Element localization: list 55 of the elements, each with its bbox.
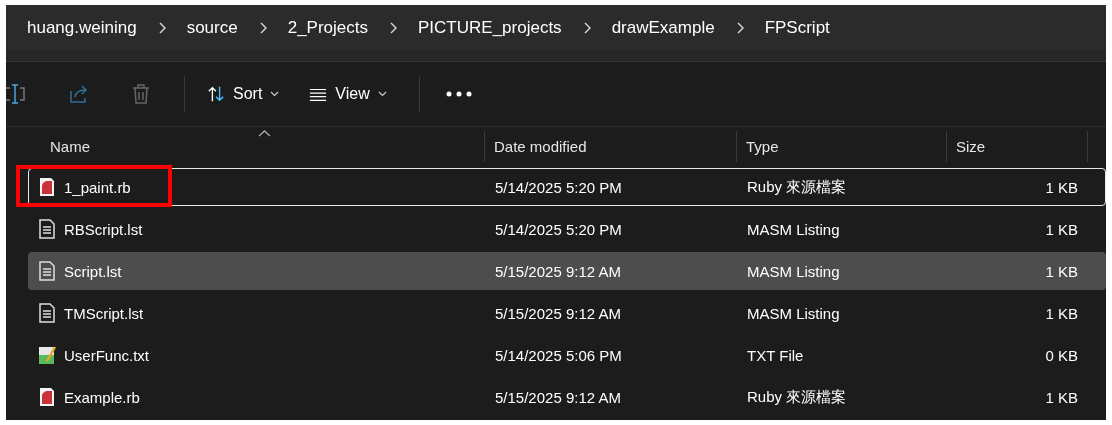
- table-cell-text: 0 KB: [1044, 346, 1079, 364]
- trash-icon[interactable]: [130, 83, 152, 106]
- table-cell-text: 1 KB: [1044, 388, 1079, 406]
- file-row[interactable]: Script.lst 5/15/2025 9:12 AM MASM Listing 1 KB: [28, 252, 1106, 290]
- table-cell-text: MASM Listing: [746, 262, 841, 280]
- chevron-down-icon: [270, 91, 280, 98]
- table-cell-text: MASM Listing: [746, 304, 841, 322]
- file-name: RBScript.lst: [64, 220, 143, 238]
- document-icon: [38, 261, 56, 281]
- chevron-down-icon: [377, 91, 387, 98]
- column-header[interactable]: Name: [28, 131, 485, 162]
- file-row[interactable]: UserFunc.txt 5/14/2025 5:06 PM TXT File 0 KB: [28, 336, 1106, 374]
- ruby-file-icon: [38, 177, 56, 197]
- table-cell-text: 1 KB: [1044, 262, 1079, 280]
- breadcrumb-item[interactable]: FPScript: [758, 17, 836, 38]
- table-cell-text: 5/14/2025 5:06 PM: [494, 346, 623, 364]
- ruby-file-icon: [38, 387, 56, 407]
- document-icon: [38, 303, 56, 323]
- file-row[interactable]: TMScript.lst 5/15/2025 9:12 AM MASM Listing 1 KB: [28, 294, 1106, 332]
- breadcrumb-item[interactable]: 2_Projects: [281, 17, 374, 38]
- file-name: TMScript.lst: [64, 304, 144, 322]
- view-button[interactable]: View: [299, 78, 397, 111]
- table-cell-text: 5/15/2025 9:12 AM: [494, 304, 622, 322]
- file-row[interactable]: 1_paint.rb 5/14/2025 5:20 PM Ruby 來源檔案 1 KB: [28, 168, 1106, 206]
- breadcrumb-item[interactable]: source: [180, 17, 244, 38]
- column-header[interactable]: Size: [947, 131, 1088, 162]
- breadcrumb-item[interactable]: drawExample: [605, 17, 721, 38]
- table-cell-text: 5/14/2025 5:20 PM: [494, 178, 623, 196]
- breadcrumb-item[interactable]: PICTURE_projects: [412, 17, 568, 38]
- table-cell-text: 1 KB: [1044, 304, 1079, 322]
- table-cell-text: 5/15/2025 9:12 AM: [494, 388, 622, 406]
- column-header[interactable]: Date modified: [485, 131, 737, 162]
- table-cell-text: 5/15/2025 9:12 AM: [494, 262, 622, 280]
- table-cell-text: TXT File: [746, 346, 805, 364]
- share-icon[interactable]: [68, 83, 90, 106]
- file-name: UserFunc.txt: [64, 346, 150, 364]
- text-file-icon: [38, 345, 56, 365]
- file-row[interactable]: Example.rb 5/15/2025 9:12 AM Ruby 來源檔案 1 KB: [28, 378, 1106, 416]
- document-icon: [38, 219, 56, 239]
- chevron-right-icon: [388, 21, 398, 34]
- table-cell-text: 1 KB: [1044, 178, 1079, 196]
- file-name: 1_paint.rb: [64, 178, 131, 196]
- sort-button[interactable]: Sort: [197, 78, 290, 111]
- table-cell-text: 5/14/2025 5:20 PM: [494, 220, 623, 238]
- rename-icon[interactable]: [6, 83, 28, 106]
- table-cell-text: Ruby 來源檔案: [746, 177, 848, 197]
- file-name: Script.lst: [64, 262, 122, 280]
- more-icon[interactable]: [445, 91, 472, 98]
- file-name: Example.rb: [64, 388, 140, 406]
- table-cell-text: 1 KB: [1044, 220, 1079, 238]
- breadcrumb-item[interactable]: huang.weining: [21, 17, 143, 38]
- table-cell-text: MASM Listing: [746, 220, 841, 238]
- table-cell-text: Ruby 來源檔案: [746, 387, 848, 407]
- file-row[interactable]: RBScript.lst 5/14/2025 5:20 PM MASM Listing 1 KB: [28, 210, 1106, 248]
- column-header[interactable]: Type: [737, 131, 947, 162]
